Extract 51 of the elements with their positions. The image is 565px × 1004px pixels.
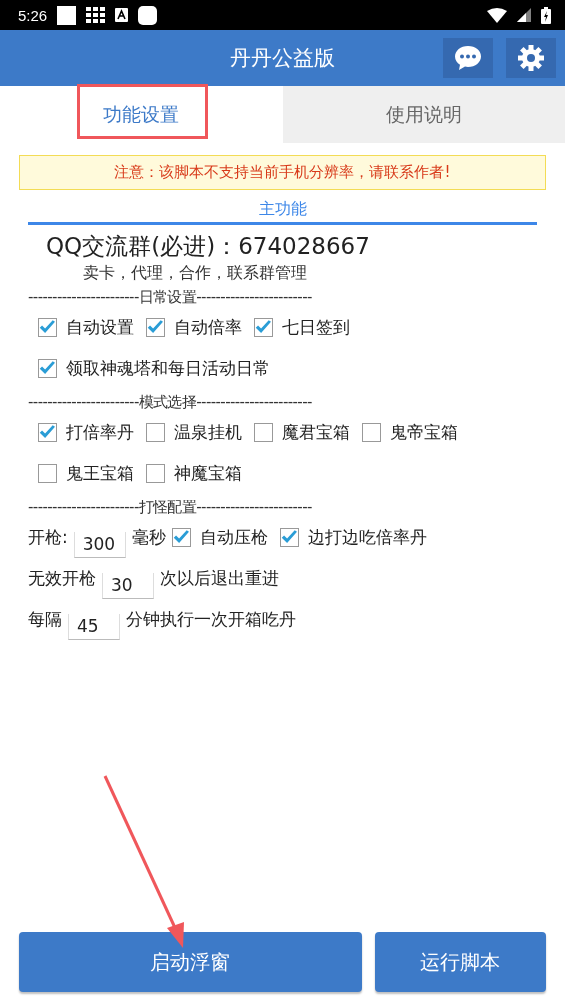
section-header: -----------------------打怪配置------------------------ <box>28 498 313 517</box>
battery-icon <box>541 6 551 24</box>
section-header: -----------------------模式选择------------------------ <box>28 393 313 412</box>
checkbox[interactable]: 神魔宝箱 <box>146 462 242 485</box>
chat-icon <box>454 45 482 71</box>
checkbox[interactable]: 七日签到 <box>254 316 350 339</box>
checkmark-icon <box>39 360 55 376</box>
keyboard-icon <box>115 8 129 22</box>
settings-button[interactable] <box>506 38 556 78</box>
notice-banner: 注意：该脚本不支持当前手机分辨率，请联系作者! <box>19 155 546 190</box>
checkbox[interactable]: 温泉挂机 <box>146 421 242 444</box>
number-field[interactable]: 300 <box>73 531 126 558</box>
label-text: 毫秒 <box>131 526 166 549</box>
checkbox[interactable]: 领取神魂塔和每日活动日常 <box>38 357 270 380</box>
number-field[interactable]: 45 <box>68 613 120 640</box>
section-title: 主功能 <box>257 199 308 220</box>
checkbox[interactable]: 鬼帝宝箱 <box>362 421 458 444</box>
action-button[interactable]: 启动浮窗 <box>19 932 362 992</box>
gear-icon <box>518 45 544 71</box>
signal-icon <box>517 8 531 22</box>
label-text: 次以后退出重进 <box>160 567 279 590</box>
app-icon <box>138 5 158 25</box>
checkmark-icon <box>39 424 55 440</box>
grid-icon <box>86 6 106 24</box>
checkbox[interactable]: 自动压枪 <box>171 526 268 549</box>
status-time: 5:26 <box>18 6 48 24</box>
app-title: 丹丹公益版 <box>230 45 335 72</box>
chat-button[interactable] <box>443 38 493 78</box>
checkmark-icon <box>147 319 163 335</box>
checkbox[interactable]: 边打边吃倍率丹 <box>279 526 427 549</box>
checkbox[interactable]: 魔君宝箱 <box>254 421 350 444</box>
checkbox[interactable]: 鬼王宝箱 <box>38 462 134 485</box>
number-field[interactable]: 30 <box>102 572 154 599</box>
checkmark-icon <box>172 529 189 545</box>
checkbox[interactable]: 自动倍率 <box>146 316 242 339</box>
wifi-icon <box>487 7 507 23</box>
checkmark-icon <box>280 529 297 545</box>
tab[interactable]: 使用说明 <box>282 86 565 143</box>
checkmark-icon <box>255 319 271 335</box>
action-button[interactable]: 运行脚本 <box>374 932 546 992</box>
notification-icon <box>57 5 77 25</box>
subtitle-text: 卖卡，代理，合作，联系群管理 <box>83 263 308 284</box>
label-text: 开枪: <box>28 526 68 549</box>
label-text: 无效开枪 <box>28 567 96 590</box>
qq-group-text: QQ交流群(必进)：674028667 <box>46 232 371 261</box>
checkbox[interactable]: 自动设置 <box>38 316 134 339</box>
label-text: 每隔 <box>28 608 62 631</box>
label-text: 分钟执行一次开箱吃丹 <box>126 608 296 631</box>
checkbox[interactable]: 打倍率丹 <box>38 421 134 444</box>
checkmark-icon <box>39 319 55 335</box>
section-header: -----------------------日常设置------------------------ <box>28 288 313 307</box>
